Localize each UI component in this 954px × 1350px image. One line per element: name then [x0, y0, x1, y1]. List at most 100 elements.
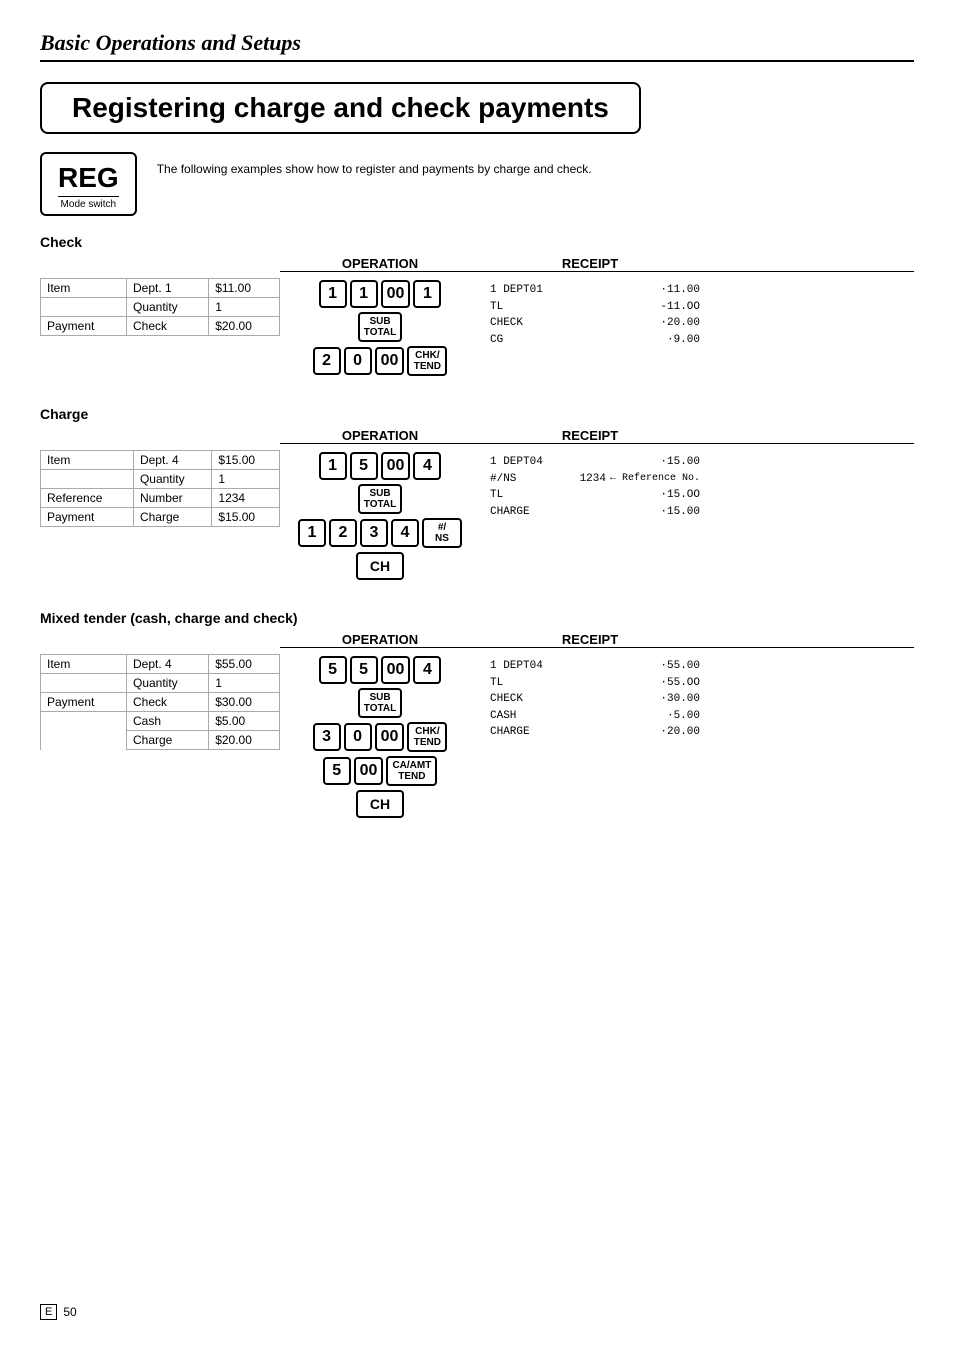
- table-row: Cash$5.00: [41, 712, 280, 731]
- table-cell: Cash: [126, 712, 208, 731]
- mode-switch-label: Mode switch: [58, 196, 119, 210]
- key-btn-SUB-TOTAL[interactable]: SUB TOTAL: [358, 484, 402, 514]
- key-btn-1[interactable]: 1: [298, 519, 326, 547]
- key-btn-CH[interactable]: CH: [356, 790, 404, 818]
- key-btn-2[interactable]: 2: [329, 519, 357, 547]
- section-mixed: Mixed tender (cash, charge and check) OPE…: [40, 610, 914, 818]
- receipt-line-left: #/NS: [490, 471, 546, 488]
- key-btn-1[interactable]: 1: [350, 280, 378, 308]
- key-btn-CA/AMT-TEND[interactable]: CA/AMT TEND: [386, 756, 437, 786]
- key-btn-5[interactable]: 5: [323, 757, 351, 785]
- key-row: 11001: [319, 280, 442, 308]
- section-title-check: Check: [40, 234, 914, 250]
- key-btn-4[interactable]: 4: [391, 519, 419, 547]
- key-btn-#/-NS[interactable]: #/ NS: [422, 518, 462, 548]
- page-header: Basic Operations and Setups: [40, 30, 914, 62]
- operation-label: OPERATION: [280, 256, 480, 271]
- key-row: 500CA/AMT TEND: [323, 756, 438, 786]
- key-btn-00[interactable]: 00: [354, 757, 384, 785]
- receipt-line-right: ·9.00: [640, 332, 700, 349]
- table-cell: [41, 470, 134, 489]
- key-btn-00[interactable]: 00: [375, 723, 405, 751]
- reference-note: ← Reference No.: [610, 471, 700, 488]
- receipt-line-left: TL: [490, 675, 640, 692]
- table-cell: Check: [126, 693, 208, 712]
- table-cell: Payment: [41, 317, 127, 336]
- receipt-label: RECEIPT: [480, 632, 700, 647]
- key-btn-00[interactable]: 00: [375, 347, 405, 375]
- key-btn-0[interactable]: 0: [344, 347, 372, 375]
- receipt-line: CHARGE·20.00: [490, 724, 700, 741]
- table-cell: Item: [41, 655, 127, 674]
- table-row: PaymentCheck$20.00: [41, 317, 280, 336]
- key-btn-SUB-TOTAL[interactable]: SUB TOTAL: [358, 312, 402, 342]
- table-row: PaymentCharge$15.00: [41, 508, 280, 527]
- key-row: 15004: [319, 452, 442, 480]
- key-btn-0[interactable]: 0: [344, 723, 372, 751]
- key-row: 55004: [319, 656, 442, 684]
- key-btn-00[interactable]: 00: [381, 452, 411, 480]
- key-row: SUB TOTAL: [358, 312, 402, 342]
- key-btn-2[interactable]: 2: [313, 347, 341, 375]
- op-receipt-header-mixed: OPERATIONRECEIPT: [280, 632, 914, 648]
- key-btn-1[interactable]: 1: [319, 280, 347, 308]
- table-area-mixed: ItemDept. 4$55.00Quantity1PaymentCheck$3…: [40, 654, 280, 750]
- table-cell: Charge: [133, 508, 211, 527]
- table-row: ItemDept. 4$15.00: [41, 451, 280, 470]
- table-area-charge: ItemDept. 4$15.00Quantity1ReferenceNumbe…: [40, 450, 280, 527]
- table-cell: [41, 298, 127, 317]
- section-charge: ChargeOPERATIONRECEIPTItemDept. 4$15.00Q…: [40, 406, 914, 580]
- key-btn-1[interactable]: 1: [319, 452, 347, 480]
- table-cell: Payment: [41, 508, 134, 527]
- receipt-line: 1 DEPT01·11.00: [490, 282, 700, 299]
- table-area-check: ItemDept. 1$11.00Quantity1PaymentCheck$2…: [40, 278, 280, 336]
- receipt-line: TL·15.OO: [490, 487, 700, 504]
- receipt-line-right: ·15.00: [640, 504, 700, 521]
- receipt-label: RECEIPT: [480, 256, 700, 271]
- key-row: CH: [356, 790, 404, 818]
- key-btn-5[interactable]: 5: [319, 656, 347, 684]
- sections-container: CheckOPERATIONRECEIPTItemDept. 1$11.00Qu…: [40, 234, 914, 818]
- key-btn-CHK/-TEND[interactable]: CHK/ TEND: [407, 346, 447, 376]
- key-btn-5[interactable]: 5: [350, 452, 378, 480]
- footer-page-number: 50: [63, 1305, 76, 1319]
- table-cell: $20.00: [209, 731, 280, 750]
- section-title-charge: Charge: [40, 406, 914, 422]
- table-cell: Item: [41, 451, 134, 470]
- key-btn-00[interactable]: 00: [381, 280, 411, 308]
- data-table-check: ItemDept. 1$11.00Quantity1PaymentCheck$2…: [40, 278, 280, 336]
- key-row: 1234#/ NS: [298, 518, 462, 548]
- key-btn-1[interactable]: 1: [413, 280, 441, 308]
- key-btn-CHK/-TEND[interactable]: CHK/ TEND: [407, 722, 447, 752]
- content-row-charge: ItemDept. 4$15.00Quantity1ReferenceNumbe…: [40, 450, 914, 580]
- receipt-line-right: ·11.00: [640, 282, 700, 299]
- page-footer: E 50: [40, 1304, 77, 1320]
- table-cell: $15.00: [212, 508, 280, 527]
- key-btn-CH[interactable]: CH: [356, 552, 404, 580]
- receipt-line-right: ·55.OO: [640, 675, 700, 692]
- key-btn-4[interactable]: 4: [413, 656, 441, 684]
- key-btn-3[interactable]: 3: [313, 723, 341, 751]
- key-row: CH: [356, 552, 404, 580]
- receipt-line-right: ·5.00: [640, 708, 700, 725]
- key-btn-3[interactable]: 3: [360, 519, 388, 547]
- receipt-line-left: CASH: [490, 708, 640, 725]
- op-receipt-header-check: OPERATIONRECEIPT: [280, 256, 914, 272]
- table-row: ItemDept. 1$11.00: [41, 279, 280, 298]
- table-cell: [41, 731, 127, 750]
- receipt-label: RECEIPT: [480, 428, 700, 443]
- receipt-line-left: CG: [490, 332, 640, 349]
- data-table-charge: ItemDept. 4$15.00Quantity1ReferenceNumbe…: [40, 450, 280, 527]
- operation-area-charge: 15004SUB TOTAL1234#/ NSCH: [280, 450, 480, 580]
- key-btn-SUB-TOTAL[interactable]: SUB TOTAL: [358, 688, 402, 718]
- receipt-line: #/NS1234← Reference No.: [490, 471, 700, 488]
- operation-label: OPERATION: [280, 632, 480, 647]
- key-btn-5[interactable]: 5: [350, 656, 378, 684]
- receipt-area-check: 1 DEPT01·11.00TL-11.OOCHECK·20.00CG·9.00: [480, 278, 700, 352]
- section-title-mixed: Mixed tender (cash, charge and check): [40, 610, 914, 626]
- key-btn-4[interactable]: 4: [413, 452, 441, 480]
- receipt-line-right: ·15.00: [640, 454, 700, 471]
- footer-icon-box: E: [40, 1304, 57, 1320]
- receipt-line: TL-11.OO: [490, 299, 700, 316]
- key-btn-00[interactable]: 00: [381, 656, 411, 684]
